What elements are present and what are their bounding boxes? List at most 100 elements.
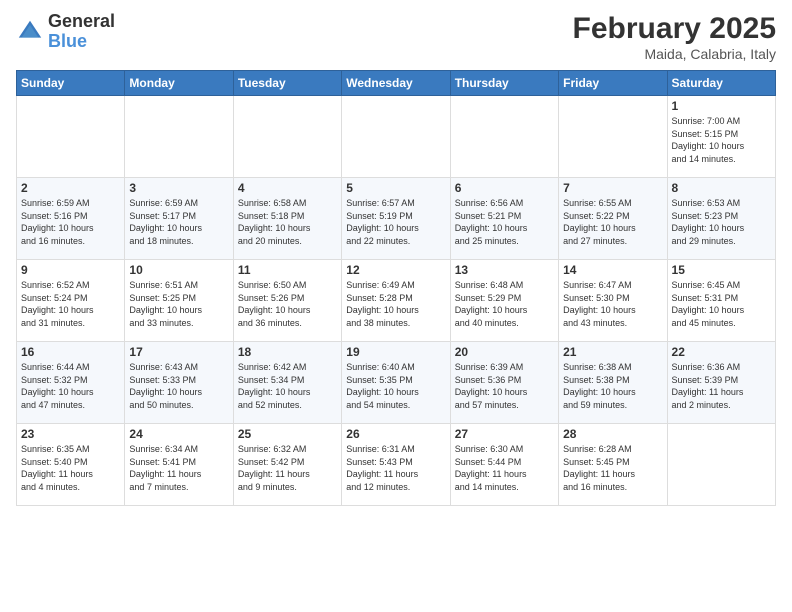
calendar-cell-w0-d1 [125,96,233,178]
day-number: 3 [129,181,228,195]
day-info: Sunrise: 6:58 AM Sunset: 5:18 PM Dayligh… [238,197,337,247]
day-number: 19 [346,345,445,359]
col-monday: Monday [125,71,233,96]
calendar-cell-w3-d4: 20 Sunrise: 6:39 AM Sunset: 5:36 PM Dayli… [450,342,558,424]
calendar-cell-w4-d5: 28 Sunrise: 6:28 AM Sunset: 5:45 PM Dayli… [559,424,667,506]
calendar-cell-w0-d2 [233,96,341,178]
col-friday: Friday [559,71,667,96]
day-number: 20 [455,345,554,359]
calendar-cell-w3-d1: 17 Sunrise: 6:43 AM Sunset: 5:33 PM Dayli… [125,342,233,424]
day-number: 25 [238,427,337,441]
day-info: Sunrise: 6:44 AM Sunset: 5:32 PM Dayligh… [21,361,120,411]
calendar-cell-w2-d3: 12Sunrise: 6:49 AM Sunset: 5:28 PM Dayli… [342,260,450,342]
week-row-4: 23 Sunrise: 6:35 AM Sunset: 5:40 PM Dayli… [17,424,776,506]
calendar-cell-w0-d3 [342,96,450,178]
day-info: Sunrise: 6:34 AM Sunset: 5:41 PM Dayligh… [129,443,228,493]
day-number: 17 [129,345,228,359]
calendar-header-row: Sunday Monday Tuesday Wednesday Thursday… [17,71,776,96]
logo-general: General [48,12,115,32]
calendar-cell-w3-d5: 21Sunrise: 6:38 AM Sunset: 5:38 PM Dayli… [559,342,667,424]
day-number: 23 [21,427,120,441]
calendar-cell-w1-d4: 6 Sunrise: 6:56 AM Sunset: 5:21 PM Daylig… [450,178,558,260]
day-info: Sunrise: 6:39 AM Sunset: 5:36 PM Dayligh… [455,361,554,411]
day-number: 13 [455,263,554,277]
day-info: Sunrise: 7:00 AM Sunset: 5:15 PM Dayligh… [672,115,771,165]
calendar-cell-w2-d4: 13 Sunrise: 6:48 AM Sunset: 5:29 PM Dayli… [450,260,558,342]
calendar-cell-w3-d2: 18 Sunrise: 6:42 AM Sunset: 5:34 PM Dayli… [233,342,341,424]
calendar-cell-w0-d5 [559,96,667,178]
calendar-cell-w0-d0 [17,96,125,178]
day-info: Sunrise: 6:52 AM Sunset: 5:24 PM Dayligh… [21,279,120,329]
logo: General Blue [16,12,115,52]
day-info: Sunrise: 6:56 AM Sunset: 5:21 PM Dayligh… [455,197,554,247]
calendar-cell-w2-d5: 14 Sunrise: 6:47 AM Sunset: 5:30 PM Dayli… [559,260,667,342]
day-number: 4 [238,181,337,195]
calendar-cell-w1-d0: 2Sunrise: 6:59 AM Sunset: 5:16 PM Daylig… [17,178,125,260]
calendar-cell-w4-d4: 27 Sunrise: 6:30 AM Sunset: 5:44 PM Dayli… [450,424,558,506]
day-info: Sunrise: 6:28 AM Sunset: 5:45 PM Dayligh… [563,443,662,493]
calendar-cell-w4-d2: 25 Sunrise: 6:32 AM Sunset: 5:42 PM Dayli… [233,424,341,506]
day-number: 28 [563,427,662,441]
calendar-cell-w1-d2: 4 Sunrise: 6:58 AM Sunset: 5:18 PM Daylig… [233,178,341,260]
calendar-cell-w2-d1: 10 Sunrise: 6:51 AM Sunset: 5:25 PM Dayli… [125,260,233,342]
day-info: Sunrise: 6:53 AM Sunset: 5:23 PM Dayligh… [672,197,771,247]
day-info: Sunrise: 6:48 AM Sunset: 5:29 PM Dayligh… [455,279,554,329]
day-info: Sunrise: 6:50 AM Sunset: 5:26 PM Dayligh… [238,279,337,329]
col-saturday: Saturday [667,71,775,96]
day-number: 7 [563,181,662,195]
day-info: Sunrise: 6:49 AM Sunset: 5:28 PM Dayligh… [346,279,445,329]
col-thursday: Thursday [450,71,558,96]
week-row-2: 9 Sunrise: 6:52 AM Sunset: 5:24 PM Daylig… [17,260,776,342]
day-number: 8 [672,181,771,195]
week-row-0: 1 Sunrise: 7:00 AM Sunset: 5:15 PM Daylig… [17,96,776,178]
month-title: February 2025 [573,12,776,46]
day-info: Sunrise: 6:47 AM Sunset: 5:30 PM Dayligh… [563,279,662,329]
calendar-cell-w4-d3: 26 Sunrise: 6:31 AM Sunset: 5:43 PM Dayli… [342,424,450,506]
calendar-cell-w2-d2: 11Sunrise: 6:50 AM Sunset: 5:26 PM Dayli… [233,260,341,342]
day-number: 27 [455,427,554,441]
day-number: 15 [672,263,771,277]
logo-icon [16,18,44,46]
calendar-cell-w3-d0: 16 Sunrise: 6:44 AM Sunset: 5:32 PM Dayli… [17,342,125,424]
day-info: Sunrise: 6:42 AM Sunset: 5:34 PM Dayligh… [238,361,337,411]
day-info: Sunrise: 6:43 AM Sunset: 5:33 PM Dayligh… [129,361,228,411]
calendar-cell-w2-d6: 15 Sunrise: 6:45 AM Sunset: 5:31 PM Dayli… [667,260,775,342]
day-info: Sunrise: 6:45 AM Sunset: 5:31 PM Dayligh… [672,279,771,329]
col-tuesday: Tuesday [233,71,341,96]
title-block: February 2025 Maida, Calabria, Italy [573,12,776,62]
day-number: 9 [21,263,120,277]
page: General Blue February 2025 Maida, Calabr… [0,0,792,612]
calendar-cell-w2-d0: 9 Sunrise: 6:52 AM Sunset: 5:24 PM Daylig… [17,260,125,342]
calendar-cell-w1-d6: 8 Sunrise: 6:53 AM Sunset: 5:23 PM Daylig… [667,178,775,260]
day-number: 6 [455,181,554,195]
day-info: Sunrise: 6:40 AM Sunset: 5:35 PM Dayligh… [346,361,445,411]
day-number: 18 [238,345,337,359]
day-info: Sunrise: 6:31 AM Sunset: 5:43 PM Dayligh… [346,443,445,493]
day-info: Sunrise: 6:57 AM Sunset: 5:19 PM Dayligh… [346,197,445,247]
day-number: 1 [672,99,771,113]
day-number: 16 [21,345,120,359]
col-sunday: Sunday [17,71,125,96]
day-number: 26 [346,427,445,441]
day-info: Sunrise: 6:51 AM Sunset: 5:25 PM Dayligh… [129,279,228,329]
calendar-cell-w0-d4 [450,96,558,178]
calendar-cell-w0-d6: 1 Sunrise: 7:00 AM Sunset: 5:15 PM Daylig… [667,96,775,178]
day-info: Sunrise: 6:30 AM Sunset: 5:44 PM Dayligh… [455,443,554,493]
location: Maida, Calabria, Italy [573,46,776,62]
day-info: Sunrise: 6:32 AM Sunset: 5:42 PM Dayligh… [238,443,337,493]
calendar-cell-w1-d1: 3Sunrise: 6:59 AM Sunset: 5:17 PM Daylig… [125,178,233,260]
week-row-3: 16 Sunrise: 6:44 AM Sunset: 5:32 PM Dayli… [17,342,776,424]
col-wednesday: Wednesday [342,71,450,96]
day-number: 10 [129,263,228,277]
calendar-cell-w4-d0: 23 Sunrise: 6:35 AM Sunset: 5:40 PM Dayli… [17,424,125,506]
day-info: Sunrise: 6:55 AM Sunset: 5:22 PM Dayligh… [563,197,662,247]
day-number: 14 [563,263,662,277]
day-info: Sunrise: 6:38 AM Sunset: 5:38 PM Dayligh… [563,361,662,411]
day-info: Sunrise: 6:35 AM Sunset: 5:40 PM Dayligh… [21,443,120,493]
day-number: 24 [129,427,228,441]
calendar-cell-w1-d3: 5 Sunrise: 6:57 AM Sunset: 5:19 PM Daylig… [342,178,450,260]
day-number: 5 [346,181,445,195]
header: General Blue February 2025 Maida, Calabr… [16,12,776,62]
day-number: 2 [21,181,120,195]
calendar-cell-w3-d3: 19 Sunrise: 6:40 AM Sunset: 5:35 PM Dayli… [342,342,450,424]
